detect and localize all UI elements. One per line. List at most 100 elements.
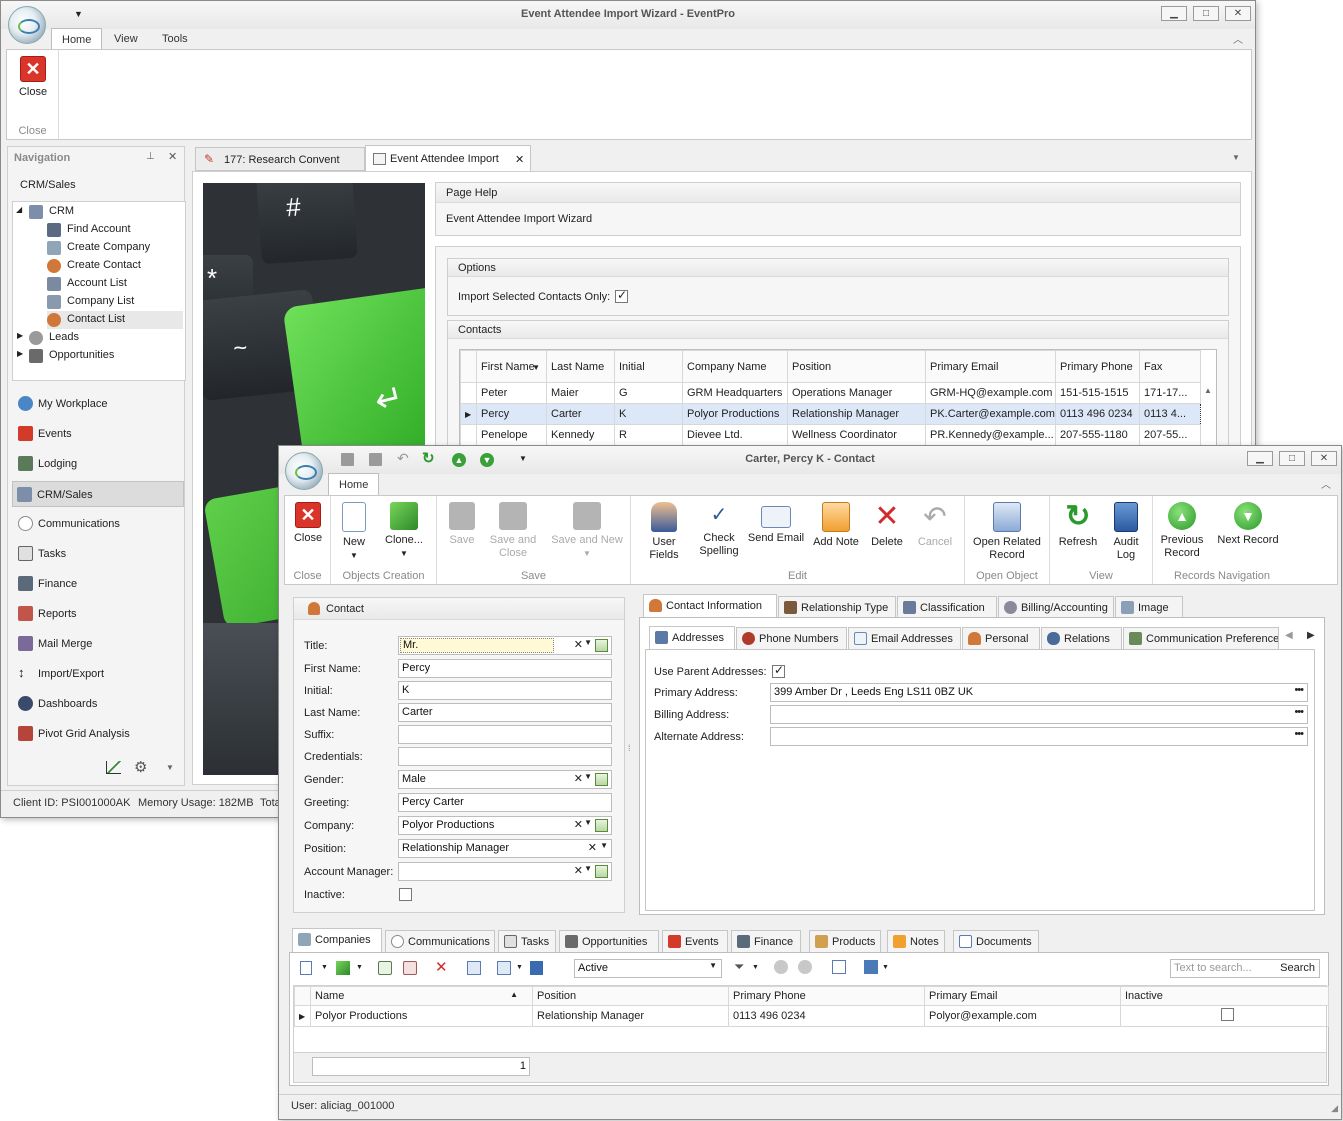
tab-finance[interactable]: Finance [731,930,801,952]
tb-export-icon[interactable] [467,961,481,975]
col-primary-phone[interactable]: Primary Phone [728,986,925,1006]
settings-gear-icon[interactable]: ⚙ [134,758,147,776]
billing-address-ellipsis-icon[interactable]: ••• [1294,706,1304,718]
suffix-field[interactable] [398,725,612,744]
company-clear-icon[interactable]: ✕ [574,818,583,831]
cell-phone[interactable]: 207-555-1180 [1055,424,1140,446]
search-input[interactable]: Text to search... Search [1170,959,1320,978]
tab-addresses[interactable]: Addresses [649,626,735,650]
company-dropdown-icon[interactable]: ▼ [584,818,592,827]
tab-image[interactable]: Image [1115,596,1183,618]
tb-details-icon[interactable] [530,961,543,975]
gender-clear-icon[interactable]: ✕ [574,772,583,785]
tab-communications[interactable]: Communications [385,930,495,952]
alternate-address-field[interactable]: ••• [770,727,1308,746]
nav-communications[interactable]: Communications [14,513,186,535]
table-row[interactable]: Peter Maier G GRM Headquarters Operation… [460,382,1201,404]
splitter-handle[interactable]: ⁞ [628,744,631,753]
import-selected-checkbox[interactable] [615,288,628,303]
nav-finance[interactable]: Finance [14,573,186,595]
nav-import-export[interactable]: ↕ Import/Export [14,663,186,685]
title-combo[interactable]: Mr. ✕ ▼ [398,636,612,655]
tab-billing-accounting[interactable]: Billing/Accounting [998,596,1114,618]
tb-add-existing-icon[interactable] [378,961,392,975]
collapse-ribbon-icon[interactable]: ︿ [1233,31,1243,46]
col-initial[interactable]: Initial [614,350,683,383]
primary-address-ellipsis-icon[interactable]: ••• [1294,684,1304,696]
nav-pivot-grid[interactable]: Pivot Grid Analysis [14,723,186,745]
title-dropdown-icon[interactable]: ▼ [584,638,592,647]
tab-products[interactable]: Products [809,930,881,952]
cell-phone[interactable]: 0113 496 0234 [1055,403,1140,425]
inactive-checkbox[interactable] [399,888,412,901]
inactive-row-checkbox[interactable] [1221,1008,1234,1021]
tab-events[interactable]: Events [662,930,728,952]
col-first-name[interactable]: First Name ▼ [476,350,547,383]
clone-button[interactable]: Clone... ▼ [381,502,427,560]
contact-tab-home[interactable]: Home [328,473,380,495]
table-row[interactable]: ▶ Polyor Productions Relationship Manage… [294,1005,1329,1027]
tab-tasks[interactable]: Tasks [498,930,556,952]
cell-last-name[interactable]: Kennedy [546,424,615,446]
subtab-scroll-left-icon[interactable]: ◀ [1285,630,1293,641]
tree-create-contact[interactable]: Create Contact [47,259,141,273]
tree-create-company[interactable]: Create Company [47,241,150,255]
new-button[interactable]: New ▼ [337,502,371,562]
status-filter-combo[interactable]: Active ▼ [574,959,722,978]
col-fax[interactable]: Fax [1139,350,1201,383]
cell-last-name[interactable]: Maier [546,382,615,404]
refresh-button[interactable]: ↻ Refresh [1054,502,1102,549]
nav-events[interactable]: Events [14,423,186,445]
close-button[interactable]: ✕ Close [13,56,53,99]
tb-columns-dropdown-icon[interactable]: ▼ [516,964,523,971]
doc-tab-import[interactable]: Event Attendee Import ✕ [365,145,531,172]
contact-close-button[interactable]: ✕ Close [289,502,327,545]
cell-primary-phone[interactable]: 0113 496 0234 [728,1005,925,1027]
tab-relationship-type[interactable]: Relationship Type [778,596,896,618]
subtab-scroll-right-icon[interactable]: ▶ [1307,630,1315,641]
cell-fax[interactable]: 171-17... [1139,382,1201,404]
next-record-button[interactable]: ▼ Next Record [1211,502,1285,547]
account-manager-clear-icon[interactable]: ✕ [574,864,583,877]
col-inactive[interactable]: Inactive [1120,986,1329,1006]
nav-my-workplace[interactable]: My Workplace [14,393,186,415]
cell-fax[interactable]: 207-55... [1139,424,1201,446]
tab-phone-numbers[interactable]: Phone Numbers [736,627,847,649]
tree-collapse-icon[interactable]: ◢ [16,205,22,214]
cell-primary-email[interactable]: Polyor@example.com [924,1005,1121,1027]
position-combo[interactable]: Relationship Manager ✕ ▼ [398,839,612,858]
contact-maximize-button[interactable]: □ [1279,451,1305,466]
cell-email[interactable]: GRM-HQ@example.com [925,382,1056,404]
tree-company-list[interactable]: Company List [47,295,134,309]
doc-tabs-dropdown-icon[interactable]: ▼ [1232,153,1240,162]
cell-first-name[interactable]: Peter [476,382,547,404]
tree-find-account[interactable]: Find Account [47,223,131,237]
col-position[interactable]: Position [532,986,729,1006]
tab-notes[interactable]: Notes [887,930,945,952]
tab-tools[interactable]: Tools [152,28,198,50]
tb-new-dropdown-icon[interactable]: ▼ [321,964,328,971]
company-lookup-icon[interactable] [595,819,608,832]
nav-dashboards[interactable]: Dashboards [14,693,186,715]
open-related-record-button[interactable]: Open Related Record [969,502,1045,562]
opps-expand-icon[interactable]: ▶ [17,349,23,358]
chart-icon[interactable] [106,761,121,774]
position-dropdown-icon[interactable]: ▼ [600,841,608,850]
title-clear-icon[interactable]: ✕ [574,638,583,651]
tb-columns-icon[interactable] [497,961,511,975]
contact-minimize-button[interactable]: ▁ [1247,451,1273,466]
tab-communication-preferences[interactable]: Communication Preferences [1123,627,1279,649]
nav-reports[interactable]: Reports [14,603,186,625]
tree-contact-list[interactable]: Contact List [47,311,183,329]
resize-grip-icon[interactable]: ◢ [1331,1103,1338,1114]
contact-collapse-ribbon-icon[interactable]: ︿ [1321,476,1331,491]
credentials-field[interactable] [398,747,612,766]
last-name-field[interactable]: Carter [398,703,612,722]
save-button[interactable]: Save [445,502,479,547]
account-manager-lookup-icon[interactable] [595,865,608,878]
title-lookup-icon[interactable] [595,639,608,652]
audit-log-button[interactable]: Audit Log [1104,502,1148,562]
col-company-name[interactable]: Company Name [682,350,788,383]
save-and-close-button[interactable]: Save and Close [487,502,539,560]
company-combo[interactable]: Polyor Productions ✕ ▼ [398,816,612,835]
